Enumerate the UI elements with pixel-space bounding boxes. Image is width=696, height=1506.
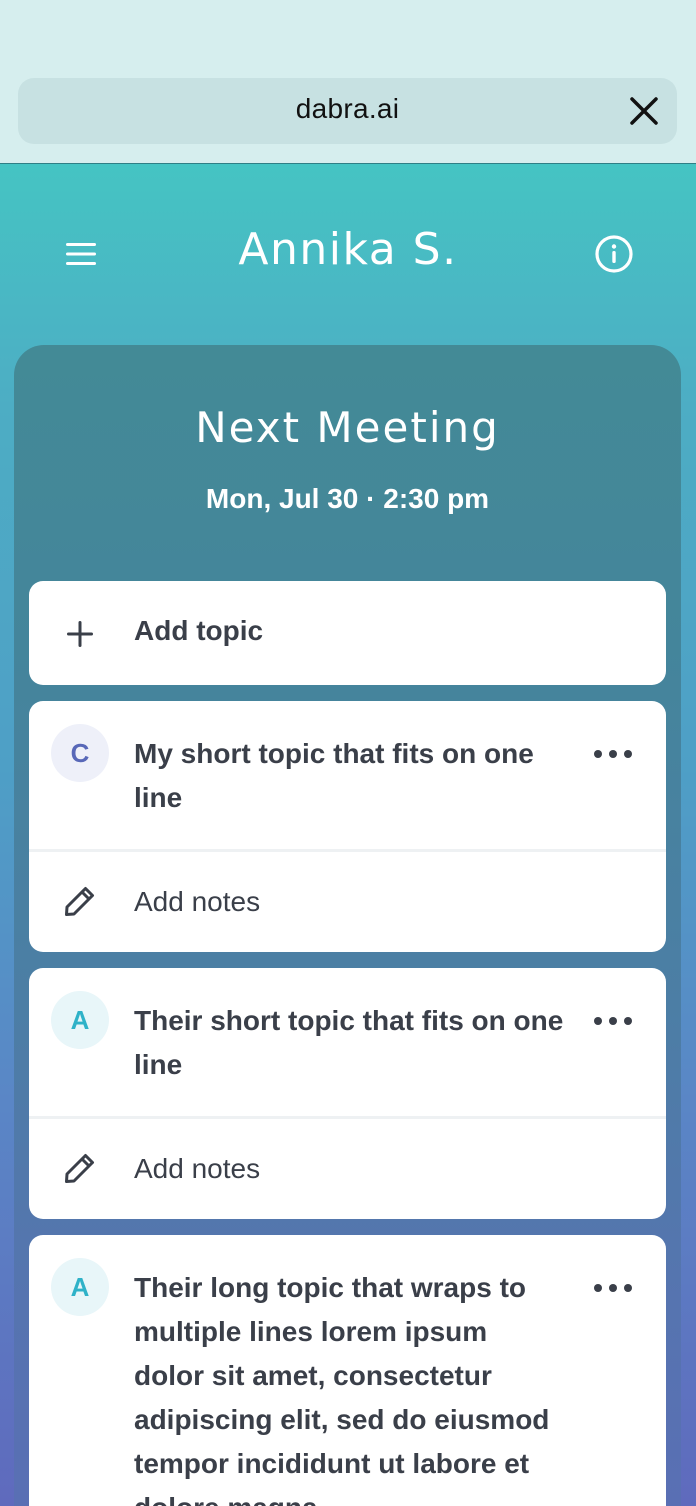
more-options-button[interactable] [594,744,632,764]
app-header: Annika S. [0,164,696,344]
topic-card: A Their short topic that fits on one lin… [29,968,666,1219]
topic-text[interactable]: Their short topic that fits on one line [134,999,564,1087]
add-notes-button[interactable]: Add notes [29,852,666,952]
add-topic-label: Add topic [134,615,264,646]
avatar: A [51,991,109,1049]
dot-icon [594,1284,602,1292]
close-icon [630,97,658,125]
meeting-title: Next Meeting [195,403,500,452]
more-options-button[interactable] [594,1278,632,1298]
add-notes-label: Add notes [134,1153,261,1184]
info-button[interactable] [592,232,636,276]
dot-icon [609,1284,617,1292]
dot-icon [609,750,617,758]
url-bar[interactable]: dabra.ai [18,78,677,144]
topic-card: A Their long topic that wraps to multipl… [29,1235,666,1506]
close-button[interactable] [625,92,663,130]
dot-icon [609,1017,617,1025]
more-options-button[interactable] [594,1011,632,1031]
topic-text[interactable]: My short topic that fits on one line [134,732,564,820]
url-text: dabra.ai [295,93,400,124]
dot-icon [594,750,602,758]
info-icon [595,235,633,273]
app-screen: Annika S. Next Meeting Mon, Jul 30 · 2:3… [0,164,696,1506]
dot-icon [624,1017,632,1025]
pencil-icon [65,1154,94,1183]
dot-icon [594,1017,602,1025]
browser-chrome: dabra.ai [0,0,696,164]
avatar: A [51,1258,109,1316]
dot-icon [624,750,632,758]
meeting-date: Mon, Jul 30 · 2:30 pm [205,483,490,514]
pencil-icon [65,887,94,916]
avatar: C [51,724,109,782]
add-notes-label: Add notes [134,886,261,917]
add-notes-button[interactable]: Add notes [29,1119,666,1219]
add-topic-button[interactable]: Add topic [29,581,666,685]
plus-icon [67,621,93,647]
topic-card: C My short topic that fits on one line A… [29,701,666,952]
dot-icon [624,1284,632,1292]
topic-text[interactable]: Their long topic that wraps to multiple … [134,1266,564,1506]
